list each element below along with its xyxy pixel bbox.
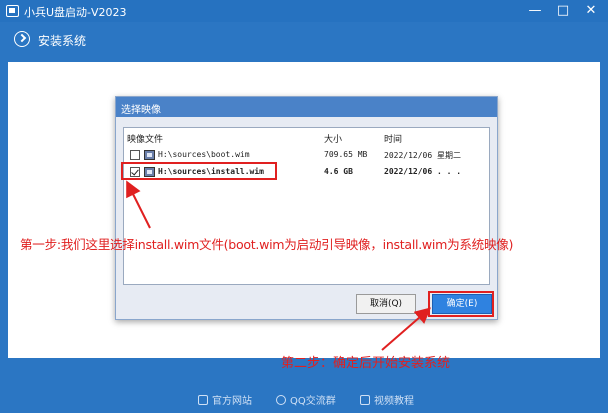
file-row-boot[interactable]: H:\sources\boot.wim 709.65 MB 2022/12/06… bbox=[124, 149, 491, 163]
dialog-title: 选择映像 bbox=[121, 105, 161, 116]
dialog-title-bar: 选择映像 bbox=[116, 97, 497, 117]
usb-app-icon bbox=[6, 5, 19, 17]
file-size: 4.6 GB bbox=[324, 167, 353, 176]
section-title: 安装系统 bbox=[38, 34, 87, 48]
window-title: 小兵U盘启动-V2023 bbox=[24, 6, 127, 19]
file-time: 2022/12/06 . . . bbox=[384, 167, 462, 176]
step2-annotation: 第二步：确定后开始安装系统 bbox=[281, 356, 451, 371]
disk-image-icon bbox=[144, 150, 155, 160]
step1-annotation: 第一步:我们这里选择install.wim文件(boot.wim为启动引导映像，… bbox=[20, 237, 514, 252]
file-name: H:\sources\boot.wim bbox=[158, 150, 250, 159]
video-tutorial-link[interactable]: 视频教程 bbox=[360, 392, 414, 407]
title-bar: 小兵U盘启动-V2023 — □ ✕ bbox=[0, 0, 608, 22]
check-circle-icon bbox=[14, 31, 30, 47]
section-bar: 安装系统 bbox=[0, 26, 608, 52]
image-file-list: 映像文件 大小 时间 H:\sources\boot.wim 709.65 MB… bbox=[123, 127, 490, 285]
qq-group-link[interactable]: QQ交流群 bbox=[276, 392, 336, 407]
home-icon bbox=[198, 395, 208, 405]
column-header-time: 时间 bbox=[384, 135, 403, 145]
official-site-link[interactable]: 官方网站 bbox=[198, 392, 252, 407]
file-size: 709.65 MB bbox=[324, 150, 368, 159]
ok-button-highlight bbox=[428, 291, 494, 317]
column-header-size: 大小 bbox=[324, 135, 343, 145]
footer-bar: 官方网站 QQ交流群 视频教程 bbox=[0, 384, 608, 413]
install-wim-highlight bbox=[121, 162, 277, 180]
cancel-button[interactable]: 取消(Q) bbox=[356, 294, 416, 314]
video-icon bbox=[360, 395, 370, 405]
file-time: 2022/12/06 星期二 bbox=[384, 151, 461, 160]
maximize-button[interactable]: □ bbox=[550, 0, 576, 22]
column-header-name: 映像文件 bbox=[127, 135, 164, 145]
select-image-dialog: 选择映像 映像文件 大小 时间 H:\sources\boot.wim 709.… bbox=[115, 96, 498, 320]
file-checkbox[interactable] bbox=[130, 150, 140, 160]
minimize-button[interactable]: — bbox=[522, 0, 548, 22]
qq-icon bbox=[276, 395, 286, 405]
close-button[interactable]: ✕ bbox=[578, 0, 604, 22]
